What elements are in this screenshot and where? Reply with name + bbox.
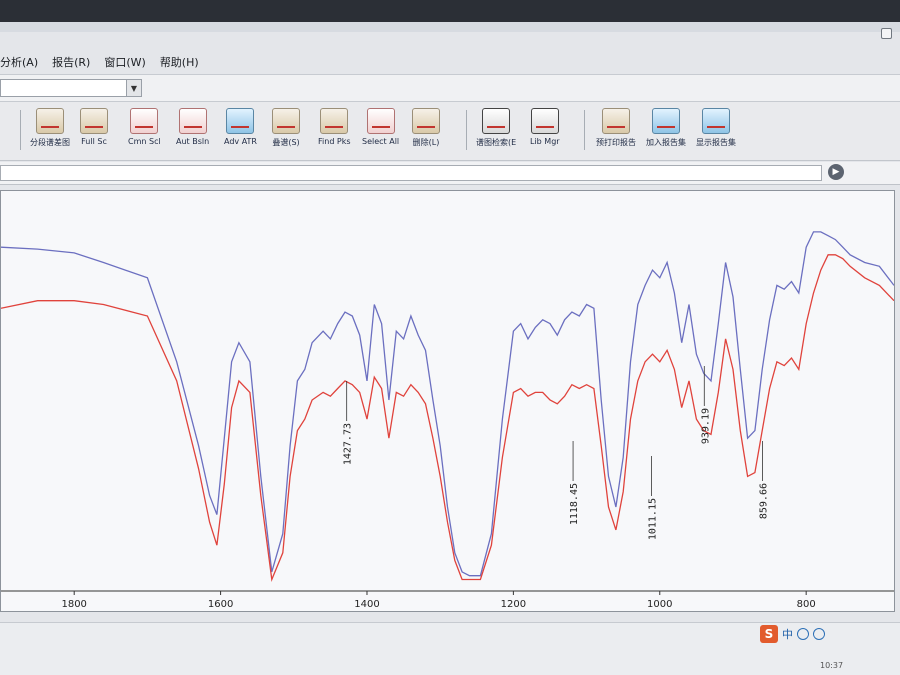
peak-label: 1011.15 xyxy=(648,498,659,540)
red-spectrum-line[interactable] xyxy=(1,254,894,583)
auto-baseline-icon xyxy=(178,108,207,134)
toolbar-button-5[interactable]: Adv ATR xyxy=(224,108,257,158)
menu-analysis[interactable]: 分析(A) xyxy=(0,54,38,70)
toolbar-button-label: 分段谱差图 xyxy=(30,138,70,147)
toolbar-button-label: Aut Bsln xyxy=(176,137,210,146)
stack-spectra-icon xyxy=(272,108,300,134)
spectrum-selector-row: ▼ xyxy=(0,74,900,102)
toolbar-button-12[interactable]: 预打印报告 xyxy=(596,108,636,158)
segment-diff-icon xyxy=(36,108,64,134)
toolbar-separator xyxy=(466,110,467,150)
spectrum-combobox[interactable]: ▼ xyxy=(0,79,142,97)
toolbar-button-3[interactable]: Cmn Scl xyxy=(128,108,161,158)
toolbar-button-label: 删除(L) xyxy=(412,138,440,147)
find-peaks-icon xyxy=(320,108,349,134)
spectrum-plot[interactable]: 1800 1600 1400 1200 1000 800 波数 (cm-1) 1427.73 1… xyxy=(0,190,895,612)
advanced-atr-icon xyxy=(226,108,255,134)
library-manager-icon xyxy=(530,108,559,134)
toolbar-button-4[interactable]: Aut Bsln xyxy=(176,108,209,158)
menu-help[interactable]: 帮助(H) xyxy=(160,54,199,70)
clock: 10:37 xyxy=(820,661,844,670)
x-tick-label: 1600 xyxy=(208,599,233,610)
toolbar-button-1[interactable]: 分段谱差图 xyxy=(30,108,70,158)
x-tick-label: 1400 xyxy=(354,599,379,610)
sogou-logo-icon[interactable]: S xyxy=(760,625,778,643)
toolbar-button-label: Select All xyxy=(362,137,400,146)
toolbar: 分段谱差图 Full Sc Cmn Scl Aut Bsln Adv ATR 叠谱(S) F… xyxy=(0,102,900,161)
toolbar-button-label: Cmn Scl xyxy=(128,137,161,146)
peak-label: 859.66 xyxy=(758,483,769,519)
x-tick-label: 1800 xyxy=(61,599,86,610)
toolbar-button-10[interactable]: 谱图检索(E xyxy=(476,108,516,158)
ime-indicator[interactable]: 中 xyxy=(782,626,793,642)
preview-report-icon xyxy=(602,108,630,134)
toolbar-button-7[interactable]: Find Pks xyxy=(318,108,351,158)
select-all-icon xyxy=(366,108,395,134)
toolbar-button-label: 显示报告集 xyxy=(696,138,736,147)
add-to-report-icon xyxy=(652,108,680,134)
toolbar-button-8[interactable]: Select All xyxy=(362,108,399,158)
toolbar-button-label: 谱图检索(E xyxy=(476,138,517,147)
menu-report[interactable]: 报告(R) xyxy=(52,54,90,70)
application-window: 分析(A) 报告(R) 窗口(W) 帮助(H) ▼ 分段谱差图 Full Sc Cm… xyxy=(0,22,900,675)
command-bar: ▶ xyxy=(0,162,900,185)
toolbar-button-label: Lib Mgr xyxy=(530,137,560,146)
menu-window[interactable]: 窗口(W) xyxy=(104,54,145,70)
restore-icon[interactable] xyxy=(881,28,892,39)
toolbar-button-label: Find Pks xyxy=(318,137,351,146)
system-tray: S 中 xyxy=(760,625,825,643)
toolbar-button-label: Adv ATR xyxy=(224,137,257,146)
peak-label: 1427.73 xyxy=(343,423,354,465)
toolbar-button-label: 预打印报告 xyxy=(596,138,636,147)
delete-icon xyxy=(412,108,440,134)
toolbar-button-11[interactable]: Lib Mgr xyxy=(530,108,560,158)
toolbar-button-9[interactable]: 删除(L) xyxy=(412,108,440,158)
x-tick-label: 1200 xyxy=(501,599,526,610)
title-bar xyxy=(0,22,900,32)
toolbar-button-6[interactable]: 叠谱(S) xyxy=(272,108,300,158)
common-scale-icon xyxy=(130,108,159,134)
toolbar-separator xyxy=(584,110,585,150)
x-axis-label: 波数 (cm-1) xyxy=(302,610,358,611)
menu-bar: 分析(A) 报告(R) 窗口(W) 帮助(H) xyxy=(0,52,900,72)
x-tick-label: 800 xyxy=(797,599,816,610)
peak-label: 1118.45 xyxy=(569,483,580,525)
taskbar: S 中 10:37 xyxy=(0,622,900,675)
go-icon[interactable]: ▶ xyxy=(828,164,844,180)
full-scale-icon xyxy=(80,108,108,134)
toolbar-button-label: 叠谱(S) xyxy=(272,138,300,147)
search-spectrum-icon xyxy=(482,108,511,134)
toolbar-button-label: Full Sc xyxy=(81,137,107,146)
x-tick-label: 1000 xyxy=(647,599,672,610)
toolbar-separator xyxy=(20,110,21,150)
toolbar-button-14[interactable]: 显示报告集 xyxy=(696,108,736,158)
command-input[interactable] xyxy=(0,165,822,181)
tray-status-icon[interactable] xyxy=(797,628,809,640)
chevron-down-icon[interactable]: ▼ xyxy=(126,80,141,96)
tray-network-icon[interactable] xyxy=(813,628,825,640)
toolbar-button-2[interactable]: Full Sc xyxy=(80,108,108,158)
spectrum-chart-svg[interactable]: 1800 1600 1400 1200 1000 800 波数 (cm-1) 1427.73 1… xyxy=(1,191,894,611)
toolbar-button-13[interactable]: 加入报告集 xyxy=(646,108,686,158)
toolbar-button-label: 加入报告集 xyxy=(646,138,686,147)
peak-label: 939.19 xyxy=(700,408,711,444)
show-report-icon xyxy=(702,108,730,134)
